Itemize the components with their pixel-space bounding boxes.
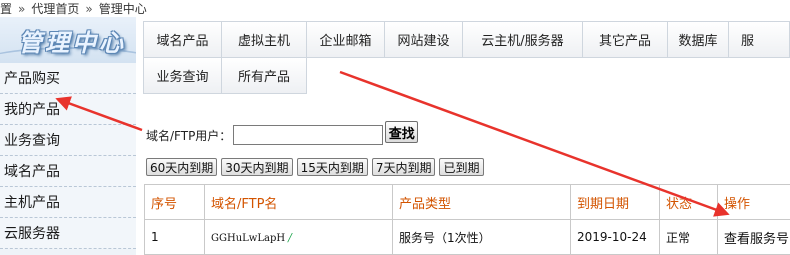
column-header-type: 产品类型 <box>392 184 571 220</box>
sidebar-item-cloud-server[interactable]: 云服务器 <box>0 218 136 249</box>
nav-tab-other-products[interactable]: 其它产品 <box>582 21 668 58</box>
nav-tab-cloud-host[interactable]: 云主机/服务器 <box>462 21 583 58</box>
sidebar-item-label: 主机产品 <box>4 195 60 211</box>
cell-status: 正常 <box>659 219 718 255</box>
breadcrumb-separator: » <box>85 1 93 16</box>
breadcrumb-separator: » <box>18 1 26 16</box>
cell-action: 查看服务号 <box>717 219 790 255</box>
sidebar-item-label: 云服务器 <box>4 226 60 242</box>
search-button[interactable]: 查找 <box>385 121 419 143</box>
sidebar-item-host-products[interactable]: 主机产品 <box>0 187 136 218</box>
sidebar-logo-text: 管理中心 <box>18 28 126 57</box>
top-nav-row-1: 域名产品 虚拟主机 企业邮箱 网站建设 云主机/服务器 其它产品 数据库 服 <box>143 21 790 58</box>
table-header-row: 序号 域名/FTP名 产品类型 到期日期 状态 操作 <box>144 184 790 220</box>
sidebar: 管理中心 产品购买 我的产品 业务查询 域名产品 主机产品 云服务器 <box>0 17 136 255</box>
nav-tab-domain-products[interactable]: 域名产品 <box>143 21 222 58</box>
column-header-status: 状态 <box>659 184 718 220</box>
cell-name-text: GGHuLwLapH <box>211 232 286 244</box>
search-label: 域名/FTP用户： <box>146 128 232 143</box>
nav-tab-service-truncated[interactable]: 服 <box>728 21 790 58</box>
breadcrumb-root[interactable]: 置 <box>0 0 12 17</box>
column-header-action: 操作 <box>717 184 790 220</box>
search-bar: 域名/FTP用户： 查找 <box>146 121 419 146</box>
sidebar-item-label: 我的产品 <box>4 102 60 118</box>
search-input[interactable] <box>233 125 384 145</box>
nav-tab-website-build[interactable]: 网站建设 <box>384 21 463 58</box>
top-nav-row-2: 业务查询 所有产品 <box>143 57 790 94</box>
cell-index: 1 <box>144 219 205 255</box>
sidebar-logo: 管理中心 <box>0 17 136 63</box>
table-row: 1 GGHuLwLapH / 服务号（1次性） 2019-10-24 正常 查看服… <box>144 219 790 255</box>
sidebar-item-label: 产品购买 <box>4 71 60 87</box>
cell-expiry: 2019-10-24 <box>570 219 660 255</box>
nav-tab-business-query[interactable]: 业务查询 <box>143 57 222 94</box>
nav-tab-all-products[interactable]: 所有产品 <box>221 57 307 94</box>
nav-tab-virtual-host[interactable]: 虚拟主机 <box>221 21 307 58</box>
column-header-index: 序号 <box>144 184 205 220</box>
breadcrumb-current: 管理中心 <box>98 2 147 16</box>
breadcrumb-agent-home[interactable]: 代理首页 <box>31 0 79 17</box>
cell-type: 服务号（1次性） <box>392 219 571 255</box>
column-header-name: 域名/FTP名 <box>204 184 393 220</box>
nav-tab-enterprise-mail[interactable]: 企业邮箱 <box>306 21 385 58</box>
edit-icon[interactable]: / <box>288 231 292 244</box>
sidebar-item-label: 域名产品 <box>4 164 60 180</box>
sidebar-item-product-purchase[interactable]: 产品购买 <box>0 63 136 94</box>
sidebar-item-my-products[interactable]: 我的产品 <box>0 94 136 125</box>
sidebar-item-business-query[interactable]: 业务查询 <box>0 125 136 156</box>
filter-7-days-button[interactable]: 7天内到期 <box>371 158 436 176</box>
sidebar-item-label: 业务查询 <box>4 133 60 149</box>
expiry-filters: 60天内到期 30天内到期 15天内到期 7天内到期 已到期 <box>146 158 484 176</box>
filter-expired-button[interactable]: 已到期 <box>439 158 484 176</box>
filter-60-days-button[interactable]: 60天内到期 <box>146 158 218 176</box>
product-table: 序号 域名/FTP名 产品类型 到期日期 状态 操作 1 GGHuLwLapH /… <box>144 184 790 255</box>
breadcrumb: 置 » 代理首页 » 管理中心 <box>0 0 790 17</box>
view-service-number-link[interactable]: 查看服务号 <box>724 232 789 247</box>
filter-15-days-button[interactable]: 15天内到期 <box>296 158 368 176</box>
column-header-expiry: 到期日期 <box>570 184 660 220</box>
cell-name: GGHuLwLapH / <box>204 219 393 255</box>
top-nav: 域名产品 虚拟主机 企业邮箱 网站建设 云主机/服务器 其它产品 数据库 服 业… <box>143 21 790 94</box>
sidebar-item-domain-products[interactable]: 域名产品 <box>0 156 136 187</box>
nav-tab-database[interactable]: 数据库 <box>667 21 729 58</box>
filter-30-days-button[interactable]: 30天内到期 <box>221 158 293 176</box>
